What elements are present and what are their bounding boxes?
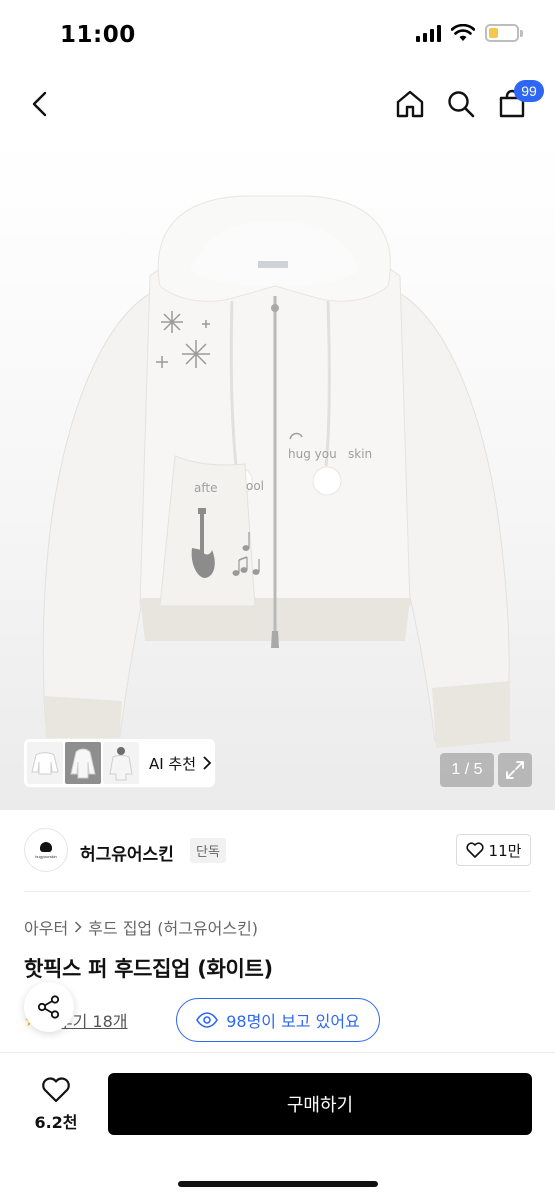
- cart-button[interactable]: 99: [492, 80, 544, 124]
- chevron-right-icon: [75, 921, 82, 933]
- print-school: ool: [246, 479, 264, 493]
- brand-like-count: 11만: [488, 841, 522, 860]
- product-title: 핫픽스 퍼 후드집업 (화이트): [24, 957, 273, 981]
- eye-icon: [196, 1012, 219, 1028]
- print-after: afte: [194, 481, 217, 495]
- brand-name[interactable]: 허그유어스킨: [80, 840, 174, 865]
- print-skin: skin: [348, 447, 372, 461]
- image-page-counter: 1 / 5: [440, 753, 494, 787]
- search-button[interactable]: [441, 84, 481, 124]
- chevron-right-icon: [203, 756, 212, 770]
- heart-icon: [466, 842, 484, 858]
- thumbnail-1[interactable]: [27, 742, 63, 784]
- home-icon: [396, 90, 424, 118]
- exclusive-badge: 단독: [190, 838, 226, 863]
- ai-recommend-label: AI 추천: [148, 754, 197, 773]
- thumbnail-2[interactable]: [64, 742, 101, 784]
- product-photo: afte ool hug you skin: [42, 195, 510, 761]
- heart-icon: [42, 1077, 70, 1103]
- brand-row: hugyourskin 허그유어스킨 단독 11만: [24, 810, 531, 892]
- battery-level: [489, 28, 499, 38]
- status-icons: [416, 24, 523, 42]
- breadcrumb-category[interactable]: 아우터: [24, 915, 68, 939]
- bottom-action-bar: 6.2천 구매하기: [0, 1052, 555, 1200]
- share-icon: [37, 995, 60, 1019]
- wishlist-button[interactable]: 6.2천: [24, 1073, 88, 1137]
- share-button[interactable]: [24, 982, 74, 1032]
- status-bar: 11:00: [0, 0, 555, 72]
- breadcrumb: 아우터 후드 집업 (허그유어스킨): [24, 915, 258, 939]
- battery-icon: [485, 24, 523, 42]
- ai-recommend-button[interactable]: AI 추천: [149, 753, 212, 774]
- breadcrumb-subcategory[interactable]: 후드 집업 (허그유어스킨): [88, 915, 258, 939]
- signal-icon: [416, 24, 441, 42]
- buy-button[interactable]: 구매하기: [108, 1073, 532, 1135]
- viewers-pill: 98명이 보고 있어요: [176, 998, 380, 1042]
- wifi-icon: [451, 24, 475, 41]
- product-image-gallery[interactable]: afte ool hug you skin AI 추천 1 / 5: [0, 136, 555, 810]
- search-icon: [448, 91, 475, 118]
- expand-image-button[interactable]: [498, 753, 532, 787]
- home-indicator: [178, 1181, 378, 1187]
- print-hug: hug you: [288, 447, 337, 461]
- thumbnail-strip: AI 추천: [24, 739, 215, 787]
- home-button[interactable]: [390, 84, 430, 124]
- top-navigation: 99: [0, 72, 555, 136]
- back-button[interactable]: [20, 84, 60, 124]
- status-time: 11:00: [60, 22, 136, 48]
- back-arrow-icon: [32, 91, 47, 117]
- expand-icon: [506, 761, 524, 779]
- brand-logo[interactable]: hugyourskin: [24, 828, 68, 872]
- wishlist-count: 6.2천: [34, 1113, 78, 1132]
- viewers-text: 98명이 보고 있어요: [226, 1012, 360, 1031]
- thumbnail-3[interactable]: [102, 742, 139, 784]
- cart-count-badge: 99: [514, 80, 544, 102]
- brand-like-button[interactable]: 11만: [456, 834, 531, 866]
